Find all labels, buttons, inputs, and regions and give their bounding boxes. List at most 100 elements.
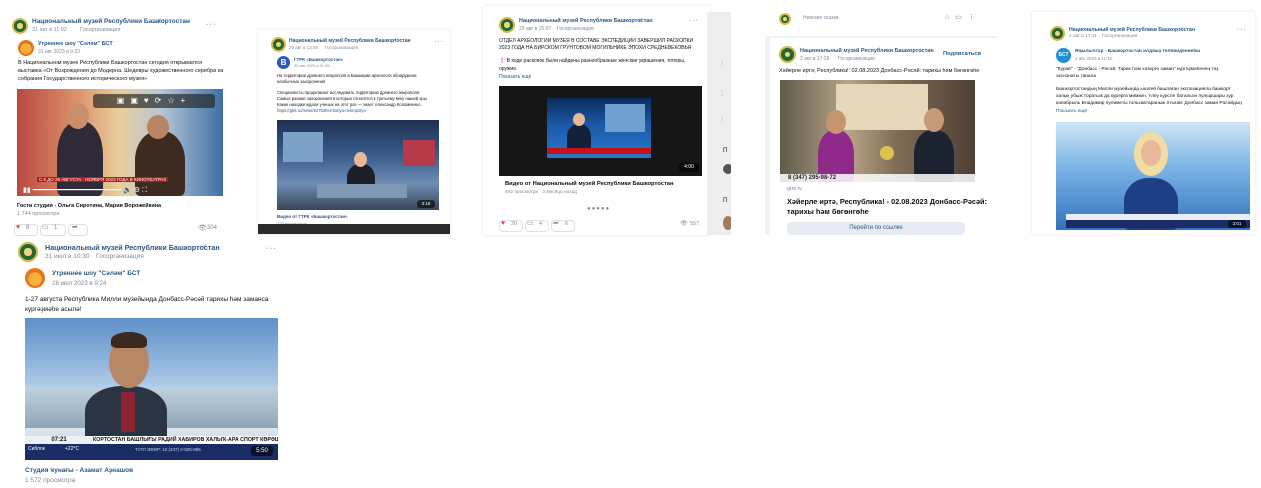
- video-player[interactable]: 4:00: [499, 86, 702, 176]
- video-caption[interactable]: Студия ҡунағы - Азамат Аҙнашов: [25, 467, 133, 474]
- post-author[interactable]: Национальный музей Республики Башкортост…: [1069, 27, 1195, 33]
- post-link[interactable]: https://gtrk.ru/news/82763/territoriya-n…: [277, 108, 366, 113]
- post-date[interactable]: 29 авг в 15:07: [519, 26, 551, 32]
- repost-author[interactable]: Утреннее шоу "Сәләм" БСТ: [38, 41, 113, 47]
- repost-avatar[interactable]: [18, 40, 34, 56]
- open-link-button[interactable]: Перейти по ссылке: [787, 222, 965, 235]
- side-icon[interactable]: ⋮: [719, 60, 725, 67]
- video-duration: 5:50: [251, 446, 273, 456]
- more-options-icon[interactable]: ···: [434, 39, 444, 46]
- comment-icon: ▭: [42, 224, 49, 231]
- post-text-line: Самые ранние захоронения в которых относ…: [277, 96, 428, 101]
- verified-icon: ✓: [1179, 27, 1185, 33]
- post-author[interactable]: Национальный музей Республики Башкортост…: [519, 18, 653, 24]
- side-avatar[interactable]: [723, 216, 731, 230]
- show-more-link[interactable]: Показать ещё: [499, 74, 531, 80]
- post-card-1: Национальный музей Республики Башкортост…: [8, 6, 224, 236]
- prev-post-footer: [765, 6, 998, 36]
- side-icon[interactable]: ⋮: [719, 90, 725, 97]
- carousel-dots[interactable]: ●●●●●: [587, 206, 610, 212]
- post-date[interactable]: 31 авг в 11:02: [32, 27, 67, 33]
- repost-date: 2 авг 2023 в 11:10: [1075, 56, 1113, 61]
- video-player[interactable]: 3:18: [277, 120, 439, 210]
- side-label: П: [723, 198, 728, 204]
- museum-avatar[interactable]: [1050, 26, 1065, 41]
- post-author[interactable]: Национальный музей Республики Башкортост…: [45, 243, 220, 252]
- post-text-line: необычные захоронения: [277, 79, 326, 84]
- repost-avatar[interactable]: [25, 268, 45, 288]
- post-card-6: Национальный музей Республики Башкортост…: [8, 236, 288, 488]
- comment-count: 4: [539, 221, 543, 227]
- prev-post-icons[interactable]: ⌂▭⋮: [945, 13, 981, 21]
- repost-author[interactable]: ГТРК «Башкортостан»: [294, 57, 343, 62]
- video-caption[interactable]: Видео от ГТРК «Башкортостан»: [277, 214, 348, 219]
- studio-screen: [403, 140, 435, 166]
- side-icon[interactable]: ⋮: [719, 116, 725, 123]
- more-options-icon[interactable]: ···: [206, 20, 217, 29]
- museum-avatar[interactable]: [499, 17, 515, 33]
- post-date[interactable]: 29 авг в 13:46: [289, 45, 318, 50]
- video-frame: [547, 98, 651, 158]
- link-image[interactable]: 8 (347) 295-98-72: [780, 80, 975, 182]
- studio-screen: [283, 132, 323, 162]
- post-author[interactable]: Национальный музей Республики Башкортост…: [32, 18, 190, 25]
- video-toolbar[interactable]: ▣▣♥⟳☆+: [93, 94, 215, 108]
- video-ticker: С 8 ДО 29 АВГУСТА · НОЯБРЯ 2023 ГОДА В К…: [37, 177, 169, 182]
- post-date[interactable]: 2 авг в 17:26: [800, 56, 829, 62]
- verified-icon: ✓: [156, 18, 162, 25]
- museum-avatar[interactable]: [18, 242, 38, 262]
- ticker-bar: [547, 148, 651, 154]
- video-caption[interactable]: Гости студии - Ольга Сиротина, Мария Вор…: [17, 203, 161, 209]
- repost-date: 28 июл 2023 в 9:24: [52, 280, 107, 287]
- post-title-line: ОТДЕЛ АРХЕОЛОГИИ МУЗЕЯ В СОСТАВЕ ЭКСПЕДИ…: [499, 38, 694, 44]
- repost-avatar[interactable]: БСТ: [1056, 48, 1071, 63]
- post-card-4: Невские сказки. ⌂▭⋮ Национальный музей Р…: [765, 6, 998, 235]
- museum-avatar[interactable]: [271, 37, 286, 52]
- post-title-line: 2023 ГОДА НА БИРСКОМ ГРУНТОВОМ МОГИЛЬНИК…: [499, 45, 692, 51]
- verified-icon: ✓: [201, 242, 208, 251]
- player-controls[interactable]: ▮▮ ━━━━━━━━━━━━━━━━━━━━━ 🔈 ⚙ ⛶: [23, 186, 147, 195]
- video-player[interactable]: 2:01: [1056, 122, 1250, 230]
- post-date[interactable]: 31 июл в 10:30: [45, 253, 90, 260]
- repost-author[interactable]: Яңылыҡтар - Башкортостан илдәшҙ телевиде…: [1075, 49, 1200, 54]
- museum-avatar[interactable]: [12, 18, 28, 34]
- like-icon: ♥: [16, 224, 21, 231]
- link-title[interactable]: Хәйерле иртә, Республика! - 02.08.2023 Д…: [787, 197, 987, 206]
- verified-icon: ✓: [392, 38, 398, 44]
- post-text-line: "Курай" - "Донбасс - Рәсәй. Тарих һәм хә…: [1056, 67, 1219, 72]
- like-count: 20: [511, 221, 518, 227]
- video-player[interactable]: 07:21 Сиблок +22°С КОРТОСТАН БАШЛЫҒЫ РАД…: [25, 318, 278, 460]
- post-text-line: халык убыж торатыж да курерга мөмкин. Үл…: [1056, 94, 1234, 99]
- map-screen: [605, 104, 645, 132]
- show-more-link[interactable]: Показать ещё: [1056, 109, 1087, 114]
- verified-icon: ✓: [638, 18, 644, 24]
- post-card-5: Национальный музей Республики Башкортост…: [1032, 12, 1255, 234]
- weather-temp: +22°С: [65, 446, 80, 452]
- subscribe-button[interactable]: Подписаться: [943, 51, 981, 57]
- desk: [317, 184, 407, 198]
- video-title[interactable]: Видео от Национальный музей Республики Б…: [505, 181, 674, 187]
- museum-avatar[interactable]: [779, 13, 791, 25]
- side-avatar[interactable]: [723, 164, 731, 174]
- guest-hair: [111, 332, 147, 348]
- video-player[interactable]: ▣▣♥⟳☆+ С 8 ДО 29 АВГУСТА · НОЯБРЯ 2023 Г…: [17, 89, 223, 196]
- repost-avatar[interactable]: B: [277, 56, 290, 69]
- repost-author[interactable]: Утреннее шоу "Сәләм" БСТ: [52, 270, 140, 277]
- link-title[interactable]: тарихы һәм бөгөнгөһе: [787, 207, 869, 216]
- post-text-line: Какие находки ждали ученых на этот раз —…: [277, 102, 422, 107]
- post-date[interactable]: 2 авг в 17:11: [1069, 34, 1097, 39]
- share-count: 6: [565, 221, 569, 227]
- more-options-icon[interactable]: ···: [266, 244, 277, 253]
- share-button[interactable]: [68, 224, 88, 236]
- guest-head: [147, 115, 169, 139]
- post-text-line: В Национальном музее Республики Башкорто…: [18, 60, 203, 66]
- comment-icon: ▭: [527, 220, 534, 227]
- more-options-icon[interactable]: ···: [689, 18, 699, 25]
- post-text-line: оружие.: [499, 66, 518, 72]
- post-author[interactable]: Национальный музей Республики Башкортост…: [800, 48, 934, 54]
- museum-avatar[interactable]: [779, 46, 796, 63]
- comment-count: 1: [54, 225, 58, 231]
- prev-post-text: Невские сказки.: [803, 15, 840, 21]
- anchor-head: [573, 113, 585, 126]
- more-options-icon[interactable]: ···: [1237, 27, 1247, 34]
